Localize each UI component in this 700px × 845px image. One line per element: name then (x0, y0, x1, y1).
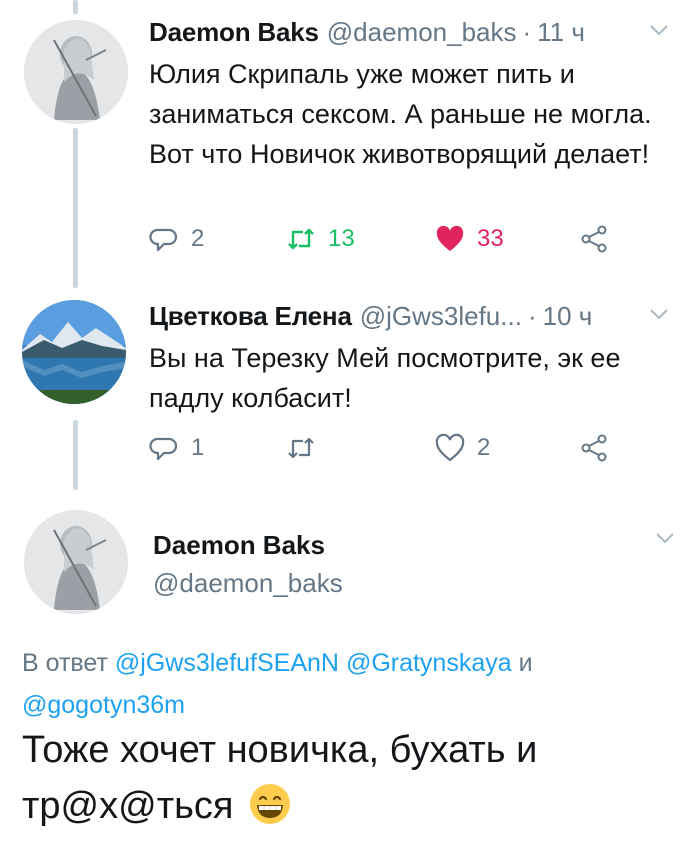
thread-line-2 (73, 420, 78, 490)
reply-button[interactable]: 1 (149, 428, 204, 468)
share-icon (581, 225, 607, 253)
tweet-header: Daemon Baks @daemon_baks · 11 ч (149, 14, 670, 50)
tweet-text: Юлия Скрипаль уже может пить и заниматьс… (149, 59, 652, 169)
reply-button[interactable]: 2 (149, 219, 204, 259)
like-count: 33 (477, 225, 504, 252)
tweet-text: Вы на Терезку Мей посмотрите, эк ее падл… (149, 343, 621, 413)
retweet-count: 13 (328, 225, 355, 252)
grinning-face-emoji-icon (250, 784, 291, 824)
mention-link[interactable]: @Gratynskaya (346, 649, 512, 677)
retweet-icon (288, 228, 314, 250)
reply-count: 1 (191, 434, 205, 461)
tweet-actions: 1 2 (149, 428, 619, 468)
avatar[interactable] (24, 20, 128, 124)
reply-count: 2 (191, 225, 205, 252)
author-handle[interactable]: @daemon_baks (327, 17, 517, 48)
timestamp[interactable]: 10 ч (543, 301, 593, 332)
tweet-header: Цветкова Елена @jGws3lefu... · 10 ч (149, 298, 670, 334)
retweet-button[interactable]: 13 (286, 219, 355, 259)
author-name[interactable]: Daemon Baks (153, 530, 325, 561)
chevron-down-icon[interactable] (654, 530, 676, 546)
like-count: 2 (477, 434, 491, 461)
author-name[interactable]: Daemon Baks (149, 17, 319, 48)
reply-icon (149, 437, 178, 461)
thread-line-1 (73, 128, 78, 288)
reply-and: и (518, 649, 533, 677)
share-button[interactable] (579, 219, 621, 259)
retweet-icon (288, 437, 314, 459)
mention-link[interactable]: @jGws3lefufSEAnN (115, 649, 339, 677)
timestamp[interactable]: 11 ч (537, 17, 585, 48)
chevron-down-icon[interactable] (648, 22, 670, 38)
author-name[interactable]: Цветкова Елена (149, 301, 352, 332)
thread-line-top (73, 0, 78, 14)
reply-icon (149, 228, 178, 252)
mention-link[interactable]: @gogotyn36m (22, 691, 185, 719)
author-handle[interactable]: @jGws3lefu... (360, 301, 522, 332)
avatar[interactable] (22, 300, 126, 404)
like-button[interactable]: 33 (435, 219, 504, 259)
heart-icon (436, 225, 464, 251)
heart-icon (435, 433, 465, 462)
retweet-button[interactable] (286, 428, 328, 468)
like-button[interactable]: 2 (435, 428, 490, 468)
main-tweet-text: Тоже хочет новичка, бухать и тр@х@ться (22, 722, 682, 834)
chevron-down-icon[interactable] (648, 306, 670, 322)
reply-context: В ответ @jGws3lefufSEAnN @Gratynskaya и … (22, 642, 642, 726)
reply-prefix: В ответ (22, 649, 108, 677)
separator-dot: · (522, 16, 532, 47)
separator-dot: · (527, 300, 537, 331)
tweet-actions: 2 13 33 (149, 219, 619, 259)
share-icon (581, 434, 607, 462)
author-handle[interactable]: @daemon_baks (153, 568, 343, 599)
share-button[interactable] (579, 428, 621, 468)
avatar[interactable] (24, 510, 128, 614)
